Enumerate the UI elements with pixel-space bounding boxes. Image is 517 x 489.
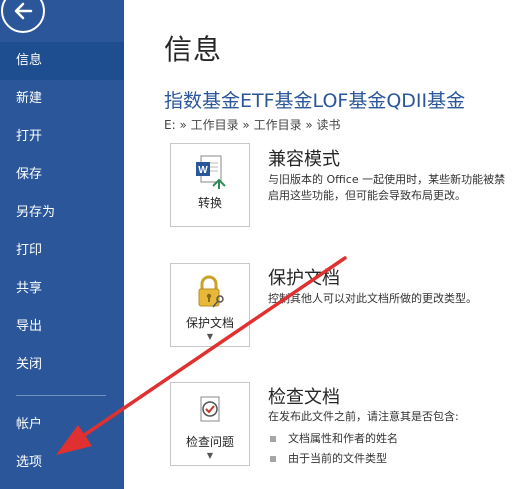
nav-open[interactable]: 打开	[0, 118, 124, 156]
back-arrow-icon	[14, 2, 33, 20]
nav-save[interactable]: 保存	[0, 156, 124, 194]
compat-mode-desc-1: 与旧版本的 Office 一起使用时，某些新功能被禁	[268, 173, 506, 186]
inspect-document-desc: 在发布此文件之前，请注意其是否包含:	[268, 410, 459, 423]
svg-text:W: W	[198, 165, 208, 176]
back-button[interactable]	[1, 0, 45, 33]
check-for-issues-button-label: 检查问题	[185, 435, 234, 449]
nav-close[interactable]: 关闭	[0, 346, 124, 384]
page-title: 信息	[164, 33, 223, 66]
nav-print[interactable]: 打印	[0, 232, 124, 270]
protect-document-button[interactable]: 保护文档 ▼	[170, 263, 250, 347]
nav-save-as[interactable]: 另存为	[0, 194, 124, 232]
inspect-bullet-text: 文档属性和作者的姓名	[288, 432, 398, 445]
lock-key-icon	[193, 274, 227, 310]
chevron-down-icon: ▼	[206, 332, 214, 341]
convert-button[interactable]: W 转换	[170, 143, 250, 227]
nav-new[interactable]: 新建	[0, 80, 124, 118]
bullet-square-icon	[270, 436, 276, 442]
word-convert-icon: W	[193, 154, 227, 190]
convert-button-label: 转换	[197, 196, 222, 210]
backstage-sidebar: 信息 新建 打开 保存 另存为 打印 共享 导出 关闭 帐户 选项	[0, 0, 124, 489]
compat-mode-title: 兼容模式	[268, 149, 340, 170]
breadcrumb[interactable]: E: » 工作目录 » 工作目录 » 读书	[164, 116, 341, 133]
inspect-document-title: 检查文档	[268, 387, 340, 408]
chevron-down-icon: ▼	[206, 451, 214, 460]
info-panel: 信息 指数基金ETF基金LOF基金QDII基金 E: » 工作目录 » 工作目录…	[124, 0, 517, 489]
protect-document-button-label: 保护文档	[185, 316, 234, 330]
nav-share[interactable]: 共享	[0, 270, 124, 308]
inspect-bullet: 由于当前的文件类型	[270, 450, 387, 466]
compat-mode-desc-2: 启用这些功能，但可能会导致布局更改。	[268, 189, 466, 202]
protect-document-desc: 控制其他人可以对此文档所做的更改类型。	[268, 292, 477, 305]
check-for-issues-button[interactable]: 检查问题 ▼	[170, 382, 250, 466]
document-title: 指数基金ETF基金LOF基金QDII基金	[164, 90, 466, 112]
nav-info[interactable]: 信息	[0, 42, 124, 80]
nav-export[interactable]: 导出	[0, 308, 124, 346]
inspect-bullet: 文档属性和作者的姓名	[270, 430, 398, 446]
nav-options[interactable]: 选项	[0, 444, 124, 482]
inspect-bullet-text: 由于当前的文件类型	[288, 452, 387, 465]
nav-divider	[16, 395, 106, 396]
bullet-square-icon	[270, 456, 276, 462]
nav-account[interactable]: 帐户	[0, 406, 124, 444]
inspect-document-icon	[193, 393, 227, 429]
protect-document-title: 保护文档	[268, 268, 340, 289]
